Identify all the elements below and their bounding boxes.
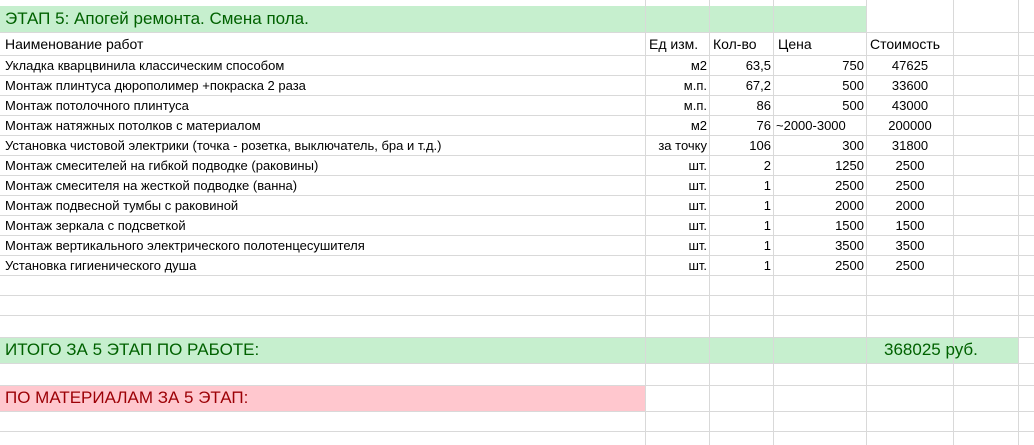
grid-row-line bbox=[0, 431, 1034, 432]
cell-name[interactable]: Монтаж плинтуса дюрополимер +покраска 2 … bbox=[5, 76, 306, 96]
cell-price[interactable]: 500 bbox=[774, 76, 864, 96]
cell-unit[interactable]: шт. bbox=[646, 156, 707, 176]
cell-name[interactable]: Монтаж смесителей на гибкой подводке (ра… bbox=[5, 156, 318, 176]
cell-name[interactable]: Укладка кварцвинила классическим способо… bbox=[5, 56, 284, 76]
cell-name[interactable]: Монтаж смесителя на жесткой подводке (ва… bbox=[5, 176, 297, 196]
cell-unit[interactable]: м2 bbox=[646, 56, 707, 76]
cell-unit[interactable]: шт. bbox=[646, 256, 707, 276]
cell-unit[interactable]: м.п. bbox=[646, 96, 707, 116]
header-name[interactable]: Наименование работ bbox=[5, 34, 143, 54]
cell-name[interactable]: Монтаж подвесной тумбы с раковиной bbox=[5, 196, 238, 216]
total-work-value[interactable]: 368025 руб. bbox=[884, 338, 978, 362]
cell-cost[interactable]: 33600 bbox=[867, 76, 953, 96]
cell-price[interactable]: 2000 bbox=[774, 196, 864, 216]
cell-name[interactable]: Установка чистовой электрики (точка - ро… bbox=[5, 136, 442, 156]
spreadsheet[interactable]: ЭТАП 5: Апогей ремонта. Смена пола. Наим… bbox=[0, 0, 1034, 445]
cell-price[interactable]: 3500 bbox=[774, 236, 864, 256]
cell-qty[interactable]: 1 bbox=[710, 256, 771, 276]
grid-col-line bbox=[1018, 0, 1019, 445]
cell-cost[interactable]: 31800 bbox=[867, 136, 953, 156]
grid-row-line bbox=[0, 315, 1034, 316]
grid-row-line bbox=[0, 363, 1034, 364]
cell-cost[interactable]: 2500 bbox=[867, 156, 953, 176]
header-cost[interactable]: Стоимость bbox=[870, 34, 940, 54]
cell-qty[interactable]: 2 bbox=[710, 156, 771, 176]
cell-qty[interactable]: 1 bbox=[710, 236, 771, 256]
grid-col-line bbox=[953, 0, 954, 445]
cell-price[interactable]: 2500 bbox=[774, 176, 864, 196]
cell-cost[interactable]: 2500 bbox=[867, 256, 953, 276]
materials-label[interactable]: ПО МАТЕРИАЛАМ ЗА 5 ЭТАП: bbox=[5, 386, 248, 410]
cell-qty[interactable]: 1 bbox=[710, 196, 771, 216]
cell-name[interactable]: Монтаж потолочного плинтуса bbox=[5, 96, 189, 116]
grid-row-line bbox=[0, 411, 1034, 412]
cell-qty[interactable]: 1 bbox=[710, 176, 771, 196]
cell-cost[interactable]: 47625 bbox=[867, 56, 953, 76]
cell-cost[interactable]: 3500 bbox=[867, 236, 953, 256]
cell-cost[interactable]: 1500 bbox=[867, 216, 953, 236]
cell-unit[interactable]: шт. bbox=[646, 196, 707, 216]
stage-title[interactable]: ЭТАП 5: Апогей ремонта. Смена пола. bbox=[5, 7, 309, 31]
cell-price[interactable]: 1250 bbox=[774, 156, 864, 176]
cell-cost[interactable]: 43000 bbox=[867, 96, 953, 116]
cell-cost[interactable]: 200000 bbox=[867, 116, 953, 136]
cell-price[interactable]: 1500 bbox=[774, 216, 864, 236]
cell-cost[interactable]: 2500 bbox=[867, 176, 953, 196]
cell-qty[interactable]: 86 bbox=[710, 96, 771, 116]
cell-unit[interactable]: за точку bbox=[646, 136, 707, 156]
cell-price[interactable]: 500 bbox=[774, 96, 864, 116]
header-unit[interactable]: Ед изм. bbox=[649, 34, 698, 54]
cell-unit[interactable]: м.п. bbox=[646, 76, 707, 96]
total-work-label[interactable]: ИТОГО ЗА 5 ЭТАП ПО РАБОТЕ: bbox=[5, 338, 259, 362]
cell-name[interactable]: Установка гигиенического душа bbox=[5, 256, 196, 276]
cell-qty[interactable]: 67,2 bbox=[710, 76, 771, 96]
cell-qty[interactable]: 63,5 bbox=[710, 56, 771, 76]
cell-price[interactable]: 300 bbox=[774, 136, 864, 156]
header-price[interactable]: Цена bbox=[778, 34, 812, 54]
header-qty[interactable]: Кол-во bbox=[713, 34, 757, 54]
cell-qty[interactable]: 76 bbox=[710, 116, 771, 136]
cell-name[interactable]: Монтаж зеркала с подсветкой bbox=[5, 216, 186, 236]
cell-qty[interactable]: 106 bbox=[710, 136, 771, 156]
grid-row-line bbox=[0, 32, 1034, 33]
cell-unit[interactable]: м2 bbox=[646, 116, 707, 136]
cell-price[interactable]: 2500 bbox=[774, 256, 864, 276]
cell-unit[interactable]: шт. bbox=[646, 216, 707, 236]
cell-cost[interactable]: 2000 bbox=[867, 196, 953, 216]
cell-price[interactable]: 750 bbox=[774, 56, 864, 76]
cell-name[interactable]: Монтаж вертикального электрического поло… bbox=[5, 236, 365, 256]
cell-unit[interactable]: шт. bbox=[646, 236, 707, 256]
cell-price[interactable]: ~2000-3000 bbox=[776, 116, 866, 136]
cell-unit[interactable]: шт. bbox=[646, 176, 707, 196]
cell-name[interactable]: Монтаж натяжных потолков с материалом bbox=[5, 116, 261, 136]
cell-qty[interactable]: 1 bbox=[710, 216, 771, 236]
grid-row-line bbox=[0, 295, 1034, 296]
